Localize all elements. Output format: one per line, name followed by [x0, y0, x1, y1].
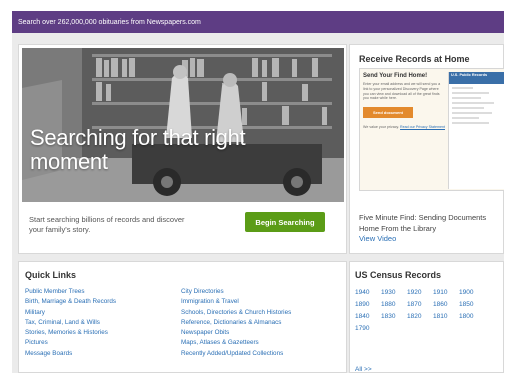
privacy-text: We value your privacy. [363, 125, 400, 130]
view-video-link[interactable]: View Video [359, 234, 504, 245]
doc-lines [449, 84, 504, 130]
send-document-button[interactable]: Send document [363, 107, 413, 119]
census-year-link[interactable]: 1940 [355, 289, 381, 296]
banner-text[interactable]: Search over 262,000,000 obituaries from … [18, 19, 201, 26]
quick-link[interactable]: Newspaper Obits [181, 328, 291, 338]
census-year-link[interactable]: 1810 [433, 313, 459, 320]
census-year-link[interactable]: 1910 [433, 289, 459, 296]
hero-photo: Searching for that right moment [22, 48, 344, 202]
quick-links-col1: Public Member Trees Birth, Marriage & De… [25, 287, 116, 359]
receive-records-panel: Receive Records at Home Send Your Find H… [349, 44, 504, 254]
promo-document-preview: U.S. Public Records [448, 72, 504, 189]
promo-form: Send Your Find Home! Enter your email ad… [363, 73, 445, 130]
census-year-link[interactable]: 1890 [355, 301, 381, 308]
promo-heading: Send Your Find Home! [363, 73, 428, 79]
census-year-link[interactable]: 1850 [459, 301, 485, 308]
quick-link[interactable]: City Directories [181, 287, 291, 297]
census-year-link[interactable]: 1800 [459, 313, 485, 320]
doc-header: U.S. Public Records [449, 72, 504, 84]
census-year-link[interactable]: 1830 [381, 313, 407, 320]
census-year-link[interactable]: 1870 [407, 301, 433, 308]
promo-body: Enter your email address and we will sen… [363, 82, 441, 101]
quick-link[interactable]: Maps, Atlases & Gazetteers [181, 338, 291, 348]
receive-records-title: Receive Records at Home [359, 54, 470, 64]
obituary-banner[interactable]: Search over 262,000,000 obituaries from … [12, 11, 504, 33]
census-panel: US Census Records 1940 1930 1920 1910 19… [349, 261, 504, 373]
quick-link[interactable]: Reference, Dictionaries & Almanacs [181, 318, 291, 328]
quick-link[interactable]: Pictures [25, 338, 116, 348]
quick-link[interactable]: Public Member Trees [25, 287, 116, 297]
begin-searching-button[interactable]: Begin Searching [245, 212, 325, 232]
privacy-link[interactable]: Read our Privacy Statement [400, 125, 445, 129]
quick-link[interactable]: Birth, Marriage & Death Records [25, 297, 116, 307]
census-year-link[interactable]: 1840 [355, 313, 381, 320]
feature-text[interactable]: Five Minute Find: Sending Documents Home… [359, 213, 504, 234]
census-years: 1940 1930 1920 1910 1900 1890 1880 1870 … [355, 289, 504, 332]
quick-links-title: Quick Links [25, 270, 77, 280]
hero-subtitle: Start searching billions of records and … [29, 215, 185, 234]
census-year-link[interactable]: 1920 [407, 289, 433, 296]
promo-privacy-note: We value your privacy. Read our Privacy … [363, 125, 445, 130]
quick-link[interactable]: Immigration & Travel [181, 297, 291, 307]
census-year-link[interactable]: 1880 [381, 301, 407, 308]
quick-link[interactable]: Schools, Directories & Church Histories [181, 308, 291, 318]
hero-title: Searching for that right moment [30, 125, 246, 174]
quick-link[interactable]: Tax, Criminal, Land & Wills [25, 318, 116, 328]
send-find-home-promo[interactable]: Send Your Find Home! Enter your email ad… [359, 68, 504, 191]
census-year-link[interactable]: 1930 [381, 289, 407, 296]
quick-link[interactable]: Message Boards [25, 349, 116, 359]
census-year-link[interactable]: 1820 [407, 313, 433, 320]
census-year-link[interactable]: 1860 [433, 301, 459, 308]
quick-links-col2: City Directories Immigration & Travel Sc… [181, 287, 291, 359]
quick-link[interactable]: Military [25, 308, 116, 318]
quick-links-panel: Quick Links Public Member Trees Birth, M… [18, 261, 347, 373]
hero-panel: Searching for that right moment Start se… [18, 44, 347, 254]
census-year-link[interactable]: 1900 [459, 289, 485, 296]
quick-link[interactable]: Recently Added/Updated Collections [181, 349, 291, 359]
census-all-link[interactable]: All >> [355, 366, 372, 373]
quick-link[interactable]: Stories, Memories & Histories [25, 328, 116, 338]
census-title: US Census Records [355, 270, 442, 280]
census-year-link[interactable]: 1790 [355, 325, 381, 332]
page-frame: Search over 262,000,000 obituaries from … [12, 11, 504, 373]
five-minute-find: Five Minute Find: Sending Documents Home… [359, 213, 504, 245]
